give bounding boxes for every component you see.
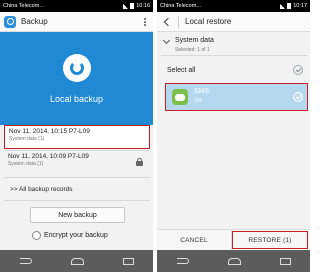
all-backup-records-link[interactable]: >> All backup records	[10, 186, 73, 193]
status-time: 10:17	[293, 3, 307, 9]
status-bar: China Telecom... 10:17	[157, 0, 310, 12]
record-title: Nov 11, 2014, 10:09 P7-L09	[8, 153, 89, 160]
status-time: 10:16	[136, 3, 150, 9]
navigation-bar	[0, 250, 153, 272]
sms-checkbox[interactable]	[293, 92, 303, 102]
local-backup-label: Local backup	[49, 93, 104, 104]
select-all-label: Select all	[167, 66, 196, 74]
carrier-label: China Telecom...	[3, 3, 44, 9]
chevron-down-icon	[162, 36, 171, 45]
home-nav-icon[interactable]	[70, 257, 84, 265]
battery-icon	[130, 3, 135, 9]
encrypt-backup-option[interactable]: Encrypt your backup	[32, 231, 108, 240]
lock-icon	[136, 158, 143, 166]
sms-app-icon	[172, 89, 188, 105]
home-nav-icon[interactable]	[227, 257, 241, 265]
overflow-menu-icon[interactable]	[141, 17, 149, 26]
carrier-label: China Telecom...	[160, 3, 201, 9]
sms-name: SMS	[194, 88, 210, 95]
encrypt-label: Encrypt your backup	[44, 232, 108, 239]
status-bar: China Telecom... 10:16	[0, 0, 153, 12]
restore-button[interactable]: RESTORE (1)	[232, 231, 308, 249]
backup-app-icon	[4, 15, 16, 28]
backup-screen: China Telecom... 10:16 Backup Local back…	[0, 0, 153, 272]
backup-record-item[interactable]: Nov 11, 2014, 10:09 P7-L09 System data (…	[4, 151, 150, 175]
back-nav-icon[interactable]	[19, 258, 32, 264]
bottom-action-bar: CANCEL RESTORE (1)	[157, 229, 310, 250]
page-title: Local restore	[185, 17, 232, 26]
sms-item[interactable]: SMS 186	[165, 83, 308, 111]
signal-icon	[123, 3, 129, 9]
new-backup-button[interactable]: New backup	[30, 207, 125, 223]
local-backup-banner[interactable]: Local backup	[0, 32, 153, 125]
page-title: Backup	[21, 17, 48, 26]
divider	[4, 177, 150, 178]
divider	[4, 200, 150, 201]
back-nav-icon[interactable]	[176, 258, 189, 264]
select-all-row[interactable]: Select all	[161, 62, 307, 78]
app-bar: Backup	[0, 12, 153, 32]
sms-count: 186	[194, 98, 203, 104]
recent-apps-icon[interactable]	[279, 257, 291, 265]
back-chevron-icon[interactable]	[163, 17, 173, 26]
encrypt-radio[interactable]	[32, 231, 41, 240]
signal-icon	[280, 3, 286, 9]
recent-apps-icon[interactable]	[122, 257, 134, 265]
restore-arrow-icon	[62, 53, 91, 82]
local-restore-screen: China Telecom... 10:17 Local restore Sys…	[157, 0, 310, 272]
divider	[178, 15, 179, 28]
app-bar: Local restore	[157, 12, 310, 32]
group-subtitle: Selected: 1 of 1	[175, 47, 210, 53]
cancel-button[interactable]: CANCEL	[157, 230, 232, 250]
navigation-bar	[157, 250, 310, 272]
record-subtitle: System data (1)	[8, 161, 44, 167]
record-title: Nov 11, 2014, 10:15 P7-L09	[9, 128, 90, 135]
backup-record-item[interactable]: Nov 11, 2014, 10:15 P7-L09 System data (…	[4, 125, 150, 149]
system-data-group[interactable]: System data Selected: 1 of 1	[161, 34, 307, 56]
record-subtitle: System data (1)	[9, 136, 45, 142]
group-title: System data	[175, 37, 214, 44]
battery-icon	[287, 3, 292, 9]
select-all-checkbox[interactable]	[293, 65, 303, 75]
